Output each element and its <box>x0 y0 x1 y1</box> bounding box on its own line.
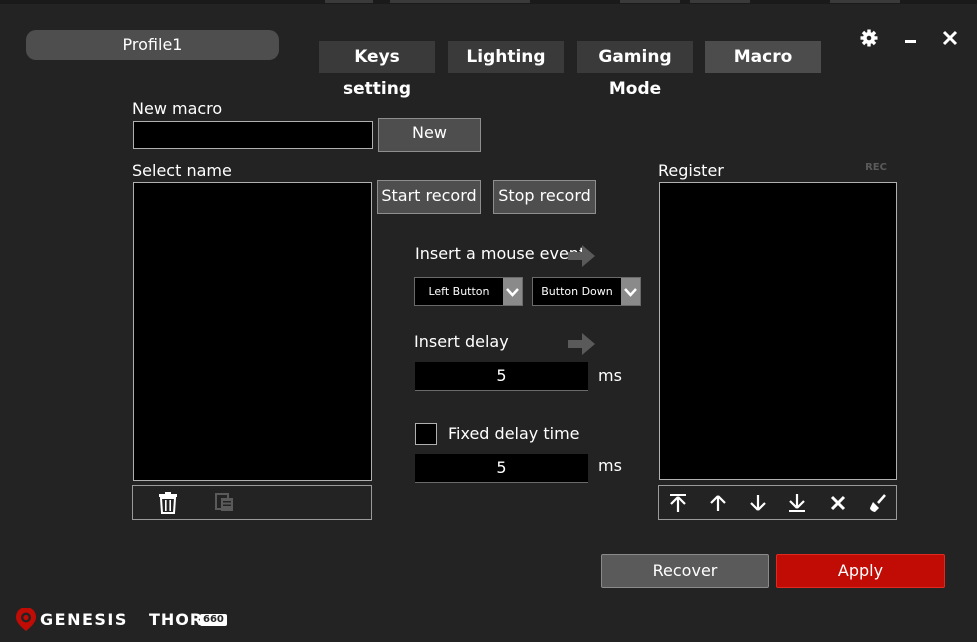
move-top-icon[interactable] <box>667 492 689 514</box>
tab-keys-setting[interactable]: Keys setting <box>319 41 435 99</box>
apply-button[interactable]: Apply <box>776 554 945 588</box>
insert-mouse-event-label: Insert a mouse event <box>415 244 586 263</box>
fixed-delay-label: Fixed delay time <box>448 424 580 443</box>
delete-icon[interactable] <box>827 492 849 514</box>
fixed-delay-checkbox[interactable] <box>415 423 437 445</box>
tab-macro[interactable]: Macro <box>705 41 821 73</box>
genesis-logo-icon <box>14 607 38 632</box>
new-macro-label: New macro <box>132 99 223 118</box>
background-window-strip <box>0 0 977 4</box>
fixed-delay-unit: ms <box>598 456 622 475</box>
profile-selector[interactable]: Profile1 <box>26 30 279 60</box>
insert-delay-arrow-icon[interactable] <box>568 333 596 355</box>
mouse-action-select[interactable]: Button Down <box>532 277 641 306</box>
fixed-delay-input[interactable]: 5 <box>415 454 588 483</box>
chevron-down-icon[interactable] <box>621 278 640 305</box>
macro-name-list[interactable] <box>133 182 372 481</box>
insert-delay-label: Insert delay <box>414 332 509 351</box>
insert-delay-unit: ms <box>598 366 622 385</box>
close-icon[interactable] <box>939 28 961 50</box>
select-name-label: Select name <box>132 161 232 180</box>
rec-badge: REC <box>865 162 887 173</box>
gear-icon[interactable] <box>858 28 880 50</box>
register-list[interactable] <box>659 182 897 480</box>
register-toolbar <box>658 485 897 520</box>
new-macro-button[interactable]: New <box>378 118 481 152</box>
new-macro-input[interactable] <box>133 121 373 149</box>
mouse-action-value: Button Down <box>541 285 613 298</box>
recover-button[interactable]: Recover <box>601 554 769 588</box>
move-down-icon[interactable] <box>747 492 769 514</box>
start-record-button[interactable]: Start record <box>377 180 481 214</box>
mouse-button-select[interactable]: Left Button <box>414 277 523 306</box>
chevron-down-icon[interactable] <box>503 278 522 305</box>
macro-list-toolbar <box>132 485 372 520</box>
stop-record-button[interactable]: Stop record <box>493 180 596 214</box>
move-bottom-icon[interactable] <box>786 492 808 514</box>
move-up-icon[interactable] <box>707 492 729 514</box>
insert-mouse-event-arrow-icon[interactable] <box>568 245 596 267</box>
brand-name: GENESIS <box>40 610 128 629</box>
mouse-button-value: Left Button <box>428 285 490 298</box>
register-label: Register <box>658 161 724 180</box>
minimize-icon[interactable] <box>899 30 921 52</box>
tab-lighting[interactable]: Lighting <box>448 41 564 73</box>
product-badge: 660 <box>200 614 227 626</box>
product-name: THOR <box>149 610 204 629</box>
trash-icon[interactable] <box>157 492 179 514</box>
insert-delay-input[interactable]: 5 <box>415 362 588 391</box>
copy-icon[interactable] <box>213 492 235 514</box>
clear-icon[interactable] <box>867 492 889 514</box>
tab-gaming-mode[interactable]: Gaming Mode <box>577 41 693 99</box>
